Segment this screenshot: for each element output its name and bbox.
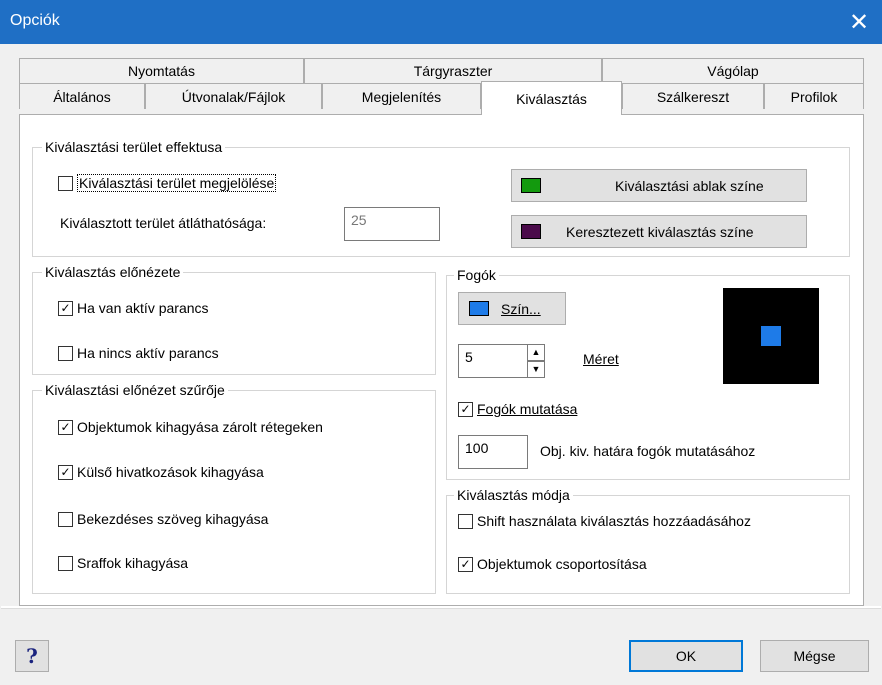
no-cmd-checkbox[interactable]: Ha nincs aktív parancs xyxy=(58,343,219,363)
group-grips-title: Fogók xyxy=(454,267,499,283)
tab-szalkereszt[interactable]: Szálkereszt xyxy=(622,83,764,109)
spin-up-icon[interactable]: ▲ xyxy=(527,344,545,361)
checkbox-box xyxy=(58,555,73,571)
grip-limit-input[interactable]: 100 xyxy=(458,435,528,469)
group-objects-label: Objektumok csoportosítása xyxy=(477,556,647,572)
tab-altalanos[interactable]: Általános xyxy=(19,83,145,109)
tab-kivalasztas[interactable]: Kiválasztás xyxy=(481,81,622,115)
cancel-button[interactable]: Mégse xyxy=(760,640,869,672)
filter-xref-label: Külső hivatkozások kihagyása xyxy=(77,464,264,480)
crossing-color-button[interactable]: Keresztezett kiválasztás színe xyxy=(511,215,807,248)
tab-vagolap[interactable]: Vágólap xyxy=(602,58,864,83)
group-objects-checkbox[interactable]: ✓ Objektumok csoportosítása xyxy=(458,554,647,574)
title-bar: Opciók ✕ xyxy=(0,0,882,44)
close-icon: ✕ xyxy=(848,8,870,36)
grip-color-button[interactable]: Szín... xyxy=(458,292,566,325)
checkbox-checked: ✓ xyxy=(58,464,73,480)
help-icon: ? xyxy=(26,644,38,668)
active-cmd-checkbox[interactable]: ✓ Ha van aktív parancs xyxy=(58,298,209,318)
transparency-label: Kiválasztott terület átláthatósága: xyxy=(60,215,267,231)
grip-size-spinner[interactable]: ▲ ▼ xyxy=(527,344,545,378)
show-area-label: Kiválasztási terület megjelölése xyxy=(77,174,277,192)
group-preview-title: Kiválasztás előnézete xyxy=(42,264,184,280)
group-mode xyxy=(446,495,850,594)
filter-locked-checkbox[interactable]: ✓ Objektumok kihagyása zárolt rétegeken xyxy=(58,417,323,437)
tab-targyraszter[interactable]: Tárgyraszter xyxy=(304,58,602,83)
tab-utvonalak[interactable]: Útvonalak/Fájlok xyxy=(145,83,322,109)
show-area-checkbox[interactable]: Kiválasztási terület megjelölése xyxy=(58,173,277,193)
window-color-swatch xyxy=(521,178,541,193)
checkbox-box xyxy=(58,345,73,361)
spin-down-icon[interactable]: ▼ xyxy=(527,361,545,378)
crossing-color-label: Keresztezett kiválasztás színe xyxy=(566,223,754,240)
help-button[interactable]: ? xyxy=(15,640,49,672)
grip-preview xyxy=(723,288,819,384)
filter-mtext-label: Bekezdéses szöveg kihagyása xyxy=(77,511,269,527)
grip-size-input[interactable]: 5 xyxy=(458,344,528,378)
grip-color-swatch xyxy=(469,301,489,316)
active-cmd-label: Ha van aktív parancs xyxy=(77,300,209,316)
group-area-effect-title: Kiválasztási terület effektusa xyxy=(42,139,226,155)
dialog-client: Nyomtatás Tárgyraszter Vágólap Általános… xyxy=(1,44,881,684)
footer-line xyxy=(1,608,881,609)
group-filter-title: Kiválasztási előnézet szűrője xyxy=(42,382,228,398)
window-title: Opciók xyxy=(10,12,60,29)
tab-nyomtatas[interactable]: Nyomtatás xyxy=(19,58,304,83)
tab-megjelenites[interactable]: Megjelenítés xyxy=(322,83,481,109)
crossing-color-swatch xyxy=(521,224,541,239)
grip-preview-square xyxy=(761,326,781,346)
filter-hatch-checkbox[interactable]: Sraffok kihagyása xyxy=(58,553,188,573)
shift-add-checkbox[interactable]: Shift használata kiválasztás hozzáadásáh… xyxy=(458,511,751,531)
no-cmd-label: Ha nincs aktív parancs xyxy=(77,345,219,361)
filter-locked-label: Objektumok kihagyása zárolt rétegeken xyxy=(77,419,323,435)
group-mode-title: Kiválasztás módja xyxy=(454,487,573,503)
filter-hatch-label: Sraffok kihagyása xyxy=(77,555,189,571)
close-button[interactable]: ✕ xyxy=(836,0,882,44)
transparency-input[interactable]: 25 xyxy=(344,207,440,241)
shift-add-label: Shift használata kiválasztás hozzáadásáh… xyxy=(477,513,751,529)
checkbox-box xyxy=(58,511,73,527)
tab-profilok[interactable]: Profilok xyxy=(764,83,864,109)
checkbox-checked: ✓ xyxy=(58,419,73,435)
checkbox-checked: ✓ xyxy=(458,556,473,572)
filter-mtext-checkbox[interactable]: Bekezdéses szöveg kihagyása xyxy=(58,509,268,529)
grip-size-label: Méret xyxy=(583,351,619,367)
window-color-label: Kiválasztási ablak színe xyxy=(615,177,764,194)
checkbox-checked: ✓ xyxy=(58,300,73,316)
show-grips-checkbox[interactable]: ✓ Fogók mutatása xyxy=(458,399,577,419)
grip-limit-label: Obj. kiv. határa fogók mutatásához xyxy=(540,443,756,459)
checkbox-checked: ✓ xyxy=(458,401,473,417)
window-color-button[interactable]: Kiválasztási ablak színe xyxy=(511,169,807,202)
ok-button[interactable]: OK xyxy=(629,640,743,672)
show-grips-label: Fogók mutatása xyxy=(477,401,578,417)
grip-color-label: Szín... xyxy=(501,300,541,317)
checkbox-box xyxy=(58,175,73,191)
tab-panel: Kiválasztási terület effektusa Kiválaszt… xyxy=(19,114,864,606)
filter-xref-checkbox[interactable]: ✓ Külső hivatkozások kihagyása xyxy=(58,462,264,482)
checkbox-box xyxy=(458,513,473,529)
